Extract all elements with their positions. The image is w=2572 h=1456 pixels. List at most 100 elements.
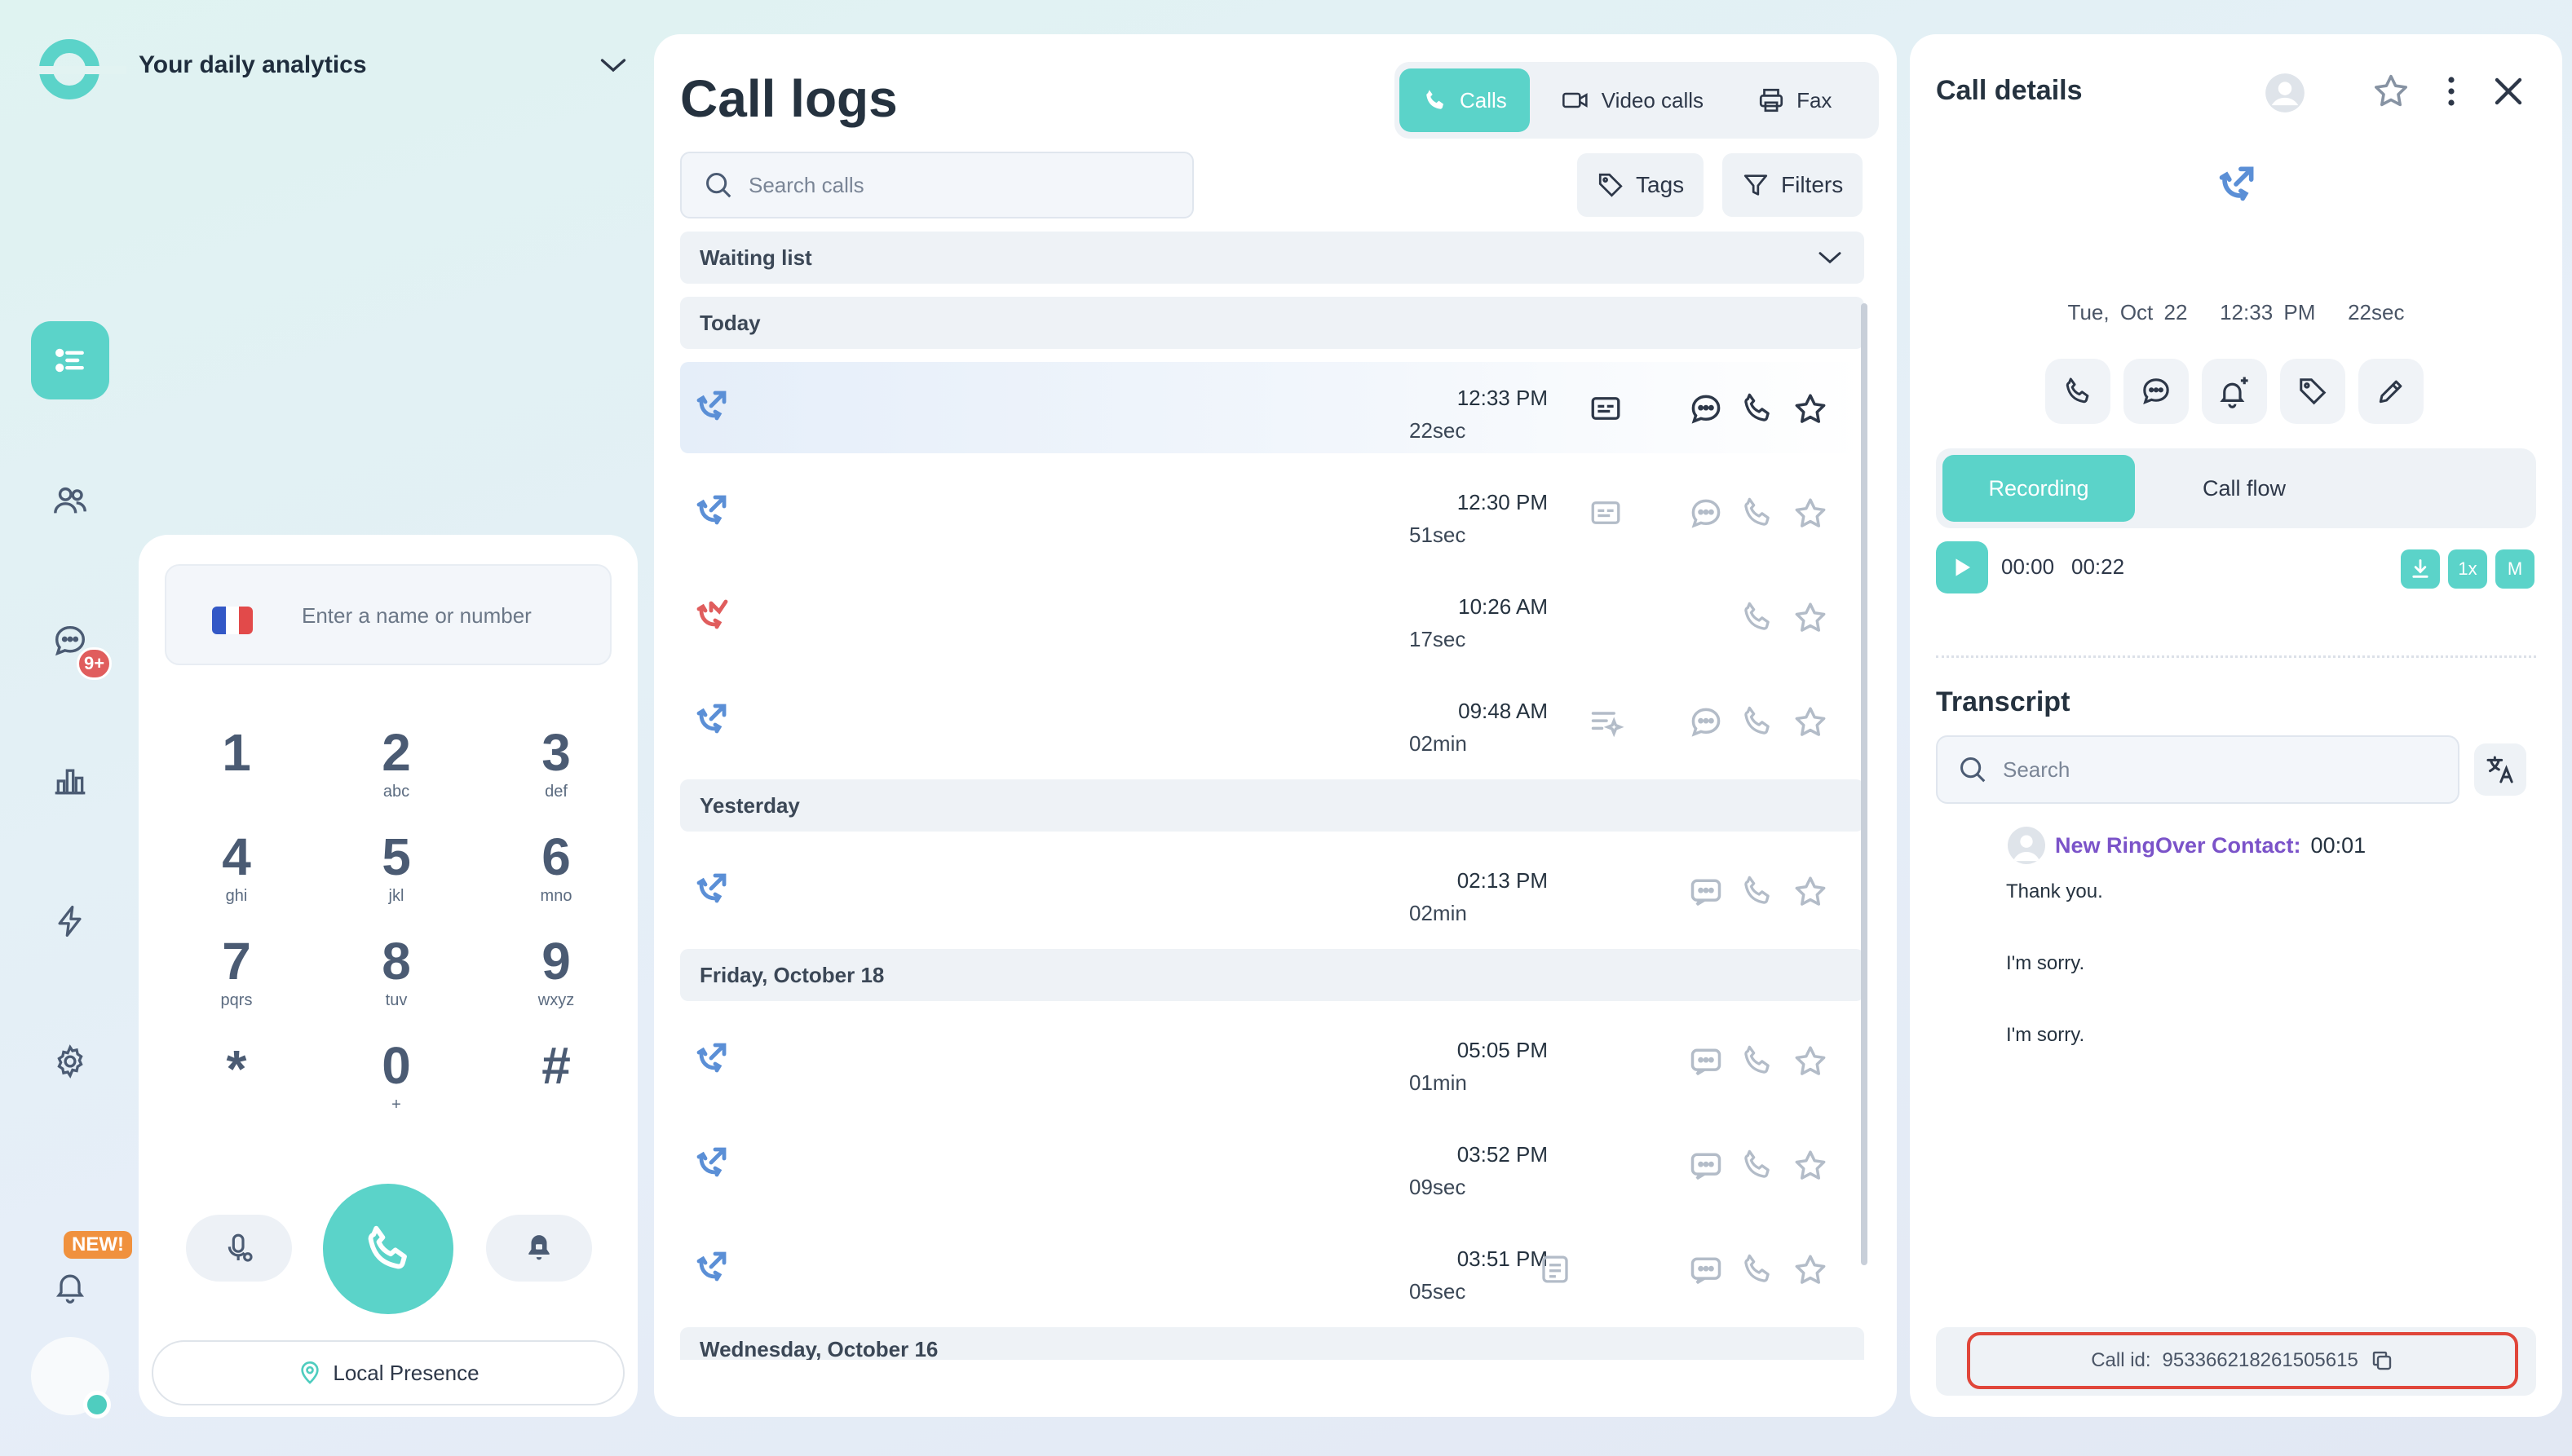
call-log-row[interactable]: 09:48 AM 02min xyxy=(680,675,1864,766)
speaker-timestamp[interactable]: 00:01 xyxy=(2311,833,2367,858)
call-log-row[interactable]: 05:05 PM 01min xyxy=(680,1014,1864,1105)
tab-recording[interactable]: Recording xyxy=(1942,455,2135,522)
call-log-row[interactable]: 03:51 PM 05sec xyxy=(680,1223,1864,1314)
key-2[interactable]: 2 abc xyxy=(331,724,462,801)
sms-icon[interactable] xyxy=(1688,1252,1724,1288)
sms-icon[interactable] xyxy=(1688,874,1724,910)
star-icon[interactable] xyxy=(1792,1148,1828,1184)
key-1[interactable]: 1 xyxy=(171,724,302,783)
call-id-box[interactable]: Call id: 953366218261505615 xyxy=(1967,1332,2518,1389)
do-not-disturb-button[interactable] xyxy=(486,1215,592,1282)
call-time: 03:52 PM 09sec xyxy=(1409,1142,1548,1199)
star-icon[interactable] xyxy=(1792,874,1828,910)
play-icon xyxy=(1956,558,1970,576)
messages-nav-button[interactable]: 9+ xyxy=(31,602,113,680)
filters-button[interactable]: Filters xyxy=(1722,153,1863,217)
local-presence-button[interactable]: Local Presence xyxy=(152,1340,625,1405)
more-options-icon[interactable] xyxy=(2432,72,2471,111)
key-hash[interactable]: # xyxy=(491,1037,621,1096)
notifications-nav-button[interactable] xyxy=(31,1247,109,1326)
key-0[interactable]: 0 + xyxy=(331,1037,462,1114)
message-icon[interactable] xyxy=(1688,704,1724,740)
phone-icon[interactable] xyxy=(1740,1043,1774,1078)
tab-call-flow[interactable]: Call flow xyxy=(2148,455,2340,522)
call-log-row[interactable]: 10:26 AM 17sec xyxy=(680,571,1864,662)
ai-summary-icon[interactable] xyxy=(1589,704,1624,740)
key-6[interactable]: 6 mno xyxy=(491,828,621,906)
tab-video-calls[interactable]: Video calls xyxy=(1538,68,1726,132)
star-icon[interactable] xyxy=(1792,600,1828,636)
star-icon[interactable] xyxy=(1792,704,1828,740)
translate-button[interactable] xyxy=(2474,743,2526,796)
call-log-row[interactable]: 12:30 PM 51sec xyxy=(680,466,1864,558)
tab-fax[interactable]: Fax xyxy=(1735,68,1854,132)
key-5[interactable]: 5 jkl xyxy=(331,828,462,906)
speaker-name[interactable]: New RingOver Contact: xyxy=(2055,833,2301,858)
call-log-row[interactable]: 03:52 PM 09sec xyxy=(680,1118,1864,1210)
phone-icon[interactable] xyxy=(1740,496,1774,530)
call-log-scrollbar[interactable] xyxy=(1861,303,1867,1265)
list-icon xyxy=(55,348,84,373)
transcript-line: Thank you. xyxy=(2006,880,2103,902)
phone-icon[interactable] xyxy=(1740,600,1774,634)
key-7[interactable]: 7 pqrs xyxy=(171,933,302,1010)
phone-icon[interactable] xyxy=(1740,1252,1774,1286)
call-logs-nav-button[interactable] xyxy=(31,321,109,399)
key-star[interactable]: * xyxy=(171,1040,302,1099)
call-back-button[interactable] xyxy=(2045,359,2110,424)
search-calls-input[interactable]: Search calls xyxy=(680,152,1194,218)
edit-button[interactable] xyxy=(2358,359,2424,424)
settings-nav-button[interactable] xyxy=(31,1022,109,1101)
note-icon[interactable] xyxy=(1538,1252,1572,1286)
transcript-icon[interactable] xyxy=(1589,496,1623,530)
message-icon[interactable] xyxy=(1688,391,1724,427)
key-8[interactable]: 8 tuv xyxy=(331,933,462,1010)
phone-icon[interactable] xyxy=(1740,1148,1774,1182)
country-flag-selector[interactable] xyxy=(212,607,253,634)
sms-icon[interactable] xyxy=(1688,1043,1724,1079)
tab-calls[interactable]: Calls xyxy=(1399,68,1530,132)
add-reminder-button[interactable] xyxy=(2202,359,2267,424)
message-icon[interactable] xyxy=(1688,496,1724,532)
phone-icon xyxy=(368,1225,407,1269)
playback-speed-button[interactable]: 1x xyxy=(2448,549,2487,589)
copy-icon[interactable] xyxy=(2370,1348,2394,1373)
sms-icon[interactable] xyxy=(1688,1148,1724,1184)
transcript-icon[interactable] xyxy=(1589,391,1623,426)
waiting-list-dropdown[interactable]: Waiting list xyxy=(680,232,1864,284)
key-9[interactable]: 9 wxyz xyxy=(491,933,621,1010)
phone-icon[interactable] xyxy=(1740,704,1774,739)
play-button[interactable] xyxy=(1936,541,1988,593)
key-3[interactable]: 3 def xyxy=(491,724,621,801)
contact-avatar-icon[interactable] xyxy=(2264,72,2306,114)
star-icon[interactable] xyxy=(1792,1252,1828,1288)
key-4[interactable]: 4 ghi xyxy=(171,828,302,906)
app-logo[interactable] xyxy=(37,39,126,99)
contacts-nav-button[interactable] xyxy=(31,461,109,540)
star-icon[interactable] xyxy=(1792,496,1828,532)
send-message-button[interactable] xyxy=(2123,359,2189,424)
star-icon[interactable] xyxy=(1792,391,1828,427)
tags-button[interactable]: Tags xyxy=(1577,153,1704,217)
integrations-nav-button[interactable] xyxy=(31,882,109,960)
call-log-row[interactable]: 12:33 PM 22sec xyxy=(680,362,1864,453)
phone-icon[interactable] xyxy=(1740,874,1774,908)
star-icon[interactable] xyxy=(1792,1043,1828,1079)
download-recording-button[interactable] xyxy=(2401,549,2440,589)
close-icon[interactable] xyxy=(2489,72,2528,111)
star-icon[interactable] xyxy=(2371,72,2411,111)
dial-number-input[interactable]: Enter a name or number xyxy=(165,564,612,665)
add-tag-button[interactable] xyxy=(2280,359,2345,424)
user-avatar[interactable] xyxy=(31,1337,111,1418)
voicemail-button[interactable] xyxy=(186,1215,292,1282)
call-button[interactable] xyxy=(323,1184,453,1314)
call-log-row[interactable]: 02:13 PM 02min xyxy=(680,845,1864,936)
mono-toggle-button[interactable]: M xyxy=(2495,549,2534,589)
page-title: Call logs xyxy=(680,69,898,128)
transcript-search-input[interactable]: Search xyxy=(1936,735,2459,804)
phone-icon[interactable] xyxy=(1740,391,1774,426)
daily-analytics-selector[interactable]: Your daily analytics xyxy=(139,42,628,88)
statistics-nav-button[interactable] xyxy=(31,742,109,820)
call-log-list[interactable]: Today 12:33 PM 22sec 12:30 PM 51sec 10:2… xyxy=(680,297,1864,1389)
outgoing-call-icon xyxy=(696,390,727,421)
